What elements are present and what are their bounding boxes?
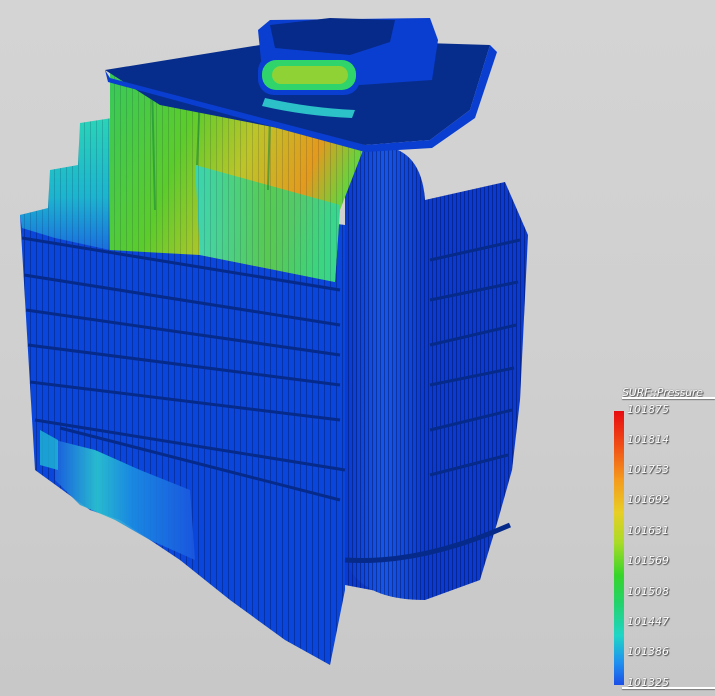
legend-tick: 101875: [627, 403, 669, 416]
legend-tick: 101631: [627, 524, 669, 537]
legend-tick: 101753: [627, 463, 669, 476]
legend-tick: 101692: [627, 493, 669, 506]
legend-bottom-rule: [622, 687, 715, 689]
legend-tick: 101508: [627, 585, 669, 598]
legend-tick: 101569: [627, 554, 669, 567]
pressure-colorbar: [614, 411, 624, 685]
3d-viewport[interactable]: [0, 0, 715, 696]
legend-tick: 101447: [627, 615, 669, 628]
pressure-legend: SURF::Pressure 101875 101814 101753 1016…: [612, 384, 715, 696]
legend-tick: 101386: [627, 645, 669, 658]
building-model: [20, 18, 528, 665]
legend-tick: 101814: [627, 433, 669, 446]
legend-top-rule: [622, 397, 715, 399]
